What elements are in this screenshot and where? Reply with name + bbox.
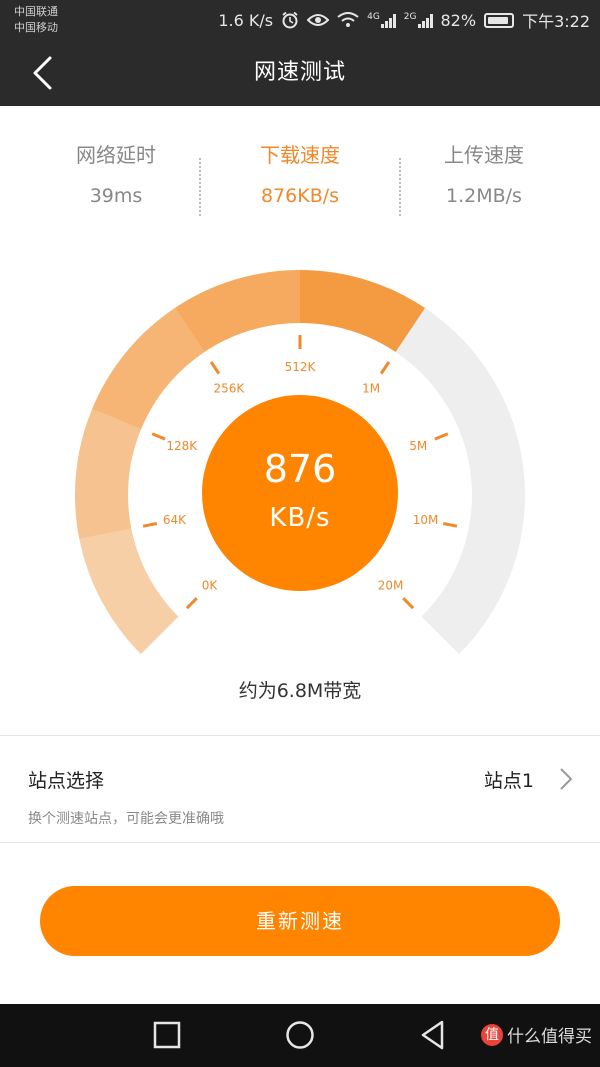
upload-stat: 上传速度 1.2MB/s — [384, 140, 584, 208]
gauge-tick — [442, 522, 458, 528]
carrier-info: 中国联通 中国移动 — [14, 4, 58, 36]
download-stat: 下载速度 876KB/s — [200, 140, 400, 208]
upload-value: 1.2MB/s — [446, 185, 522, 207]
page-title: 网速测试 — [253, 60, 346, 85]
battery-percent: 82% — [440, 10, 477, 30]
gauge-tick — [151, 432, 166, 441]
latency-label: 网络延时 — [76, 143, 156, 167]
download-label: 下载速度 — [260, 143, 340, 167]
gauge-tick-label: 256K — [213, 382, 245, 396]
divider — [0, 842, 600, 843]
back-button[interactable] — [20, 50, 64, 96]
alarm-icon — [282, 11, 298, 29]
eye-icon — [307, 14, 330, 26]
gauge-tick-label: 10M — [413, 513, 439, 527]
signal-4g-icon: 4G — [367, 12, 396, 28]
gauge-tick — [142, 522, 158, 528]
retest-button[interactable]: 重新测速 — [40, 886, 560, 956]
gauge-tick — [185, 597, 198, 610]
signal-2g-icon: 2G — [404, 12, 433, 28]
gauge-fill-segment — [75, 408, 142, 539]
gauge-tick-label: 1M — [362, 382, 380, 396]
gauge-tick-label: 5M — [409, 439, 427, 453]
status-icons: 1.6 K/s 4G 2G 82% 下午3:22 — [218, 8, 590, 32]
gauge-tick-label: 0K — [202, 579, 219, 593]
gauge-tick-label: 128K — [166, 439, 198, 453]
gauge-tick — [434, 432, 449, 441]
carrier-2: 中国移动 — [14, 21, 58, 34]
speed-unit: KB/s — [269, 503, 331, 533]
upload-label: 上传速度 — [444, 143, 524, 167]
back-arrow-icon — [33, 56, 52, 90]
speed-gauge: 0K 64K 128K 256K 512K 1M 5M 10M 20M 876 KB/s — [0, 250, 600, 660]
wifi-icon — [337, 12, 359, 27]
download-value: 876KB/s — [260, 185, 340, 207]
speed-readout: 876 KB/s — [202, 395, 398, 591]
carrier-1: 中国联通 — [14, 5, 58, 18]
circle-home-icon[interactable] — [283, 1018, 317, 1052]
watermark-logo: 值 — [481, 1023, 503, 1046]
site-select-title: 站点选择 — [28, 770, 105, 792]
latency-value: 39ms — [89, 185, 143, 207]
watermark: 值 什么值得买 — [481, 1022, 592, 1047]
watermark-text: 什么值得买 — [507, 1027, 592, 1047]
gauge-tick — [209, 361, 221, 375]
gauge-tick-label: 512K — [285, 360, 317, 374]
battery-icon — [484, 12, 515, 28]
selected-site: 站点1 — [483, 770, 534, 792]
bandwidth-estimate: 约为6.8M带宽 — [238, 680, 362, 702]
status-bar: 中国联通 中国移动 1.6 K/s 4G 2G 82% 下午3:22 — [0, 0, 600, 40]
site-select-hint: 换个测速站点，可能会更准确哦 — [28, 811, 224, 827]
square-recent-apps-icon[interactable] — [150, 1018, 184, 1052]
site-select-row[interactable]: 站点选择 换个测速站点，可能会更准确哦 站点1 — [0, 736, 600, 842]
gauge-tick — [402, 597, 415, 610]
net-speed: 1.6 K/s — [218, 10, 274, 30]
triangle-back-icon[interactable] — [416, 1018, 450, 1052]
latency-stat: 网络延时 39ms — [16, 140, 216, 208]
speed-value: 876 — [263, 447, 337, 491]
gauge-remaining-track — [395, 307, 525, 655]
chevron-right-icon — [560, 768, 573, 790]
gauge-tick-label: 20M — [378, 579, 404, 593]
gauge-tick-label: 64K — [163, 513, 187, 527]
gauge-tick — [379, 361, 391, 375]
gauge-fill-segment — [79, 528, 179, 655]
clock: 下午3:22 — [522, 12, 590, 31]
system-nav-bar: 值 什么值得买 — [0, 1004, 600, 1067]
speed-stats: 网络延时 39ms 下载速度 876KB/s 上传速度 1.2MB/s — [0, 140, 600, 240]
title-bar: 网速测试 — [0, 40, 600, 106]
